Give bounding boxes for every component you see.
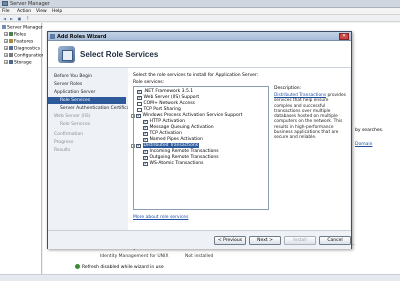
role-services-label: Role services:: [133, 80, 165, 85]
wizard-icon: [50, 34, 55, 39]
wizard-content: Select the role services to install for …: [128, 68, 350, 230]
checkbox[interactable]: [137, 95, 142, 101]
role-services-icon: [58, 46, 75, 63]
role-services-list[interactable]: .NET Framework 3.5.1 Web Server (IIS) Su…: [131, 86, 269, 210]
right-panel-text: by searches.: [355, 128, 384, 133]
expand-icon[interactable]: +: [4, 32, 8, 36]
checkbox[interactable]: [137, 107, 142, 113]
table-row-name: Identity Management for UNIX: [100, 254, 169, 259]
more-about-role-services-link[interactable]: More about role services: [133, 215, 188, 220]
expand-icon[interactable]: +: [4, 53, 8, 57]
step-confirmation: Confirmation: [54, 132, 84, 137]
menu-action[interactable]: Action: [17, 9, 31, 14]
description-text: Distributed Transactions provides servic…: [274, 93, 346, 141]
tree-item-roles[interactable]: + Roles: [4, 32, 26, 38]
refresh-status: Refresh disabled while wizard in use: [75, 264, 275, 272]
wizard-title: Add Roles Wizard: [57, 33, 107, 40]
forward-icon[interactable]: ►: [9, 16, 14, 21]
install-button: Install: [284, 236, 316, 245]
checkbox[interactable]: [136, 143, 141, 149]
previous-button[interactable]: < Previous: [214, 236, 246, 245]
wizard-titlebar: Add Roles Wizard ✕: [48, 32, 351, 41]
step-before-you-begin[interactable]: Before You Begin: [54, 74, 92, 79]
tree-item-diagnostics[interactable]: + Diagnostics: [4, 46, 40, 52]
details-right-panel: by searches. Domain: [353, 70, 400, 220]
checkbox[interactable]: [143, 119, 148, 125]
tree-item-features[interactable]: + Features: [4, 39, 33, 45]
expand-icon[interactable]: +: [4, 60, 8, 64]
step-application-server[interactable]: Application Server: [54, 90, 95, 95]
toolbar: ◄ ► ▣ ?: [0, 15, 400, 22]
intro-text: Select the role services to install for …: [133, 73, 259, 78]
right-panel-link[interactable]: Domain: [355, 142, 372, 147]
step-server-roles[interactable]: Server Roles: [54, 82, 82, 87]
checkbox[interactable]: [143, 155, 148, 161]
step-web-role-services: Role Services: [60, 122, 91, 127]
collapse-icon[interactable]: -: [131, 114, 135, 118]
back-icon[interactable]: ◄: [2, 16, 7, 21]
close-icon[interactable]: ✕: [339, 33, 349, 40]
checkbox[interactable]: [136, 113, 141, 119]
features-icon: [9, 39, 13, 43]
page-title: Select Role Services: [80, 50, 159, 59]
next-button[interactable]: Next >: [249, 236, 281, 245]
menu-view[interactable]: View: [36, 9, 47, 14]
wizard-footer: < Previous Next > Install Cancel: [48, 230, 351, 249]
tree-item-server-manager[interactable]: Server Manager (2: [2, 25, 49, 31]
up-icon[interactable]: ▣: [17, 16, 22, 21]
description-panel: Description: Distributed Transactions pr…: [274, 86, 346, 141]
menu-help[interactable]: Help: [52, 9, 62, 14]
server-manager-titlebar: Server Manager: [0, 0, 400, 8]
checkbox[interactable]: [143, 161, 148, 167]
navigation-tree: Server Manager (2 + Roles + Features + Diag…: [0, 23, 49, 281]
checkbox[interactable]: [137, 101, 142, 107]
tree-item-storage[interactable]: + Storage: [4, 60, 32, 66]
step-role-services[interactable]: Role Services: [48, 97, 126, 104]
checkbox[interactable]: [143, 125, 148, 131]
storage-icon: [9, 60, 13, 64]
role-item-ws-atomic-transactions[interactable]: WS-Atomic Transactions: [143, 161, 203, 167]
checkbox[interactable]: [143, 137, 148, 143]
diagnostics-icon: [9, 46, 13, 50]
step-progress: Progress: [54, 140, 74, 145]
wizard-steps: Before You Begin Server Roles Applicatio…: [48, 68, 134, 238]
add-roles-wizard-dialog: Add Roles Wizard ✕ Select Role Services …: [47, 31, 352, 249]
collapse-icon[interactable]: -: [131, 144, 135, 148]
expand-icon[interactable]: +: [4, 39, 8, 43]
server-icon: [2, 25, 6, 29]
refresh-icon: [75, 264, 80, 269]
server-manager-title: Server Manager: [10, 1, 50, 7]
checkbox[interactable]: [143, 131, 148, 137]
checkbox[interactable]: [143, 149, 148, 155]
configuration-icon: [9, 53, 13, 57]
roles-icon: [9, 32, 13, 36]
status-bar: [0, 274, 400, 281]
step-server-authentication-certificate[interactable]: Server Authentication Certificate: [60, 106, 134, 111]
wizard-header: Select Role Services: [48, 41, 351, 68]
expand-icon[interactable]: +: [4, 46, 8, 50]
checkbox[interactable]: [137, 89, 142, 95]
tree-item-configuration[interactable]: + Configuration: [4, 53, 45, 59]
description-heading: Description:: [274, 86, 302, 91]
menu-bar: File Action View Help: [0, 8, 400, 15]
step-results: Results: [54, 148, 71, 153]
step-web-server-iis: Web Server (IIS): [54, 114, 91, 119]
help-icon[interactable]: ?: [25, 16, 30, 21]
table-row-status: Not installed: [185, 254, 214, 259]
cancel-button[interactable]: Cancel: [319, 236, 351, 245]
menu-file[interactable]: File: [2, 9, 10, 14]
server-manager-icon: [2, 1, 8, 6]
